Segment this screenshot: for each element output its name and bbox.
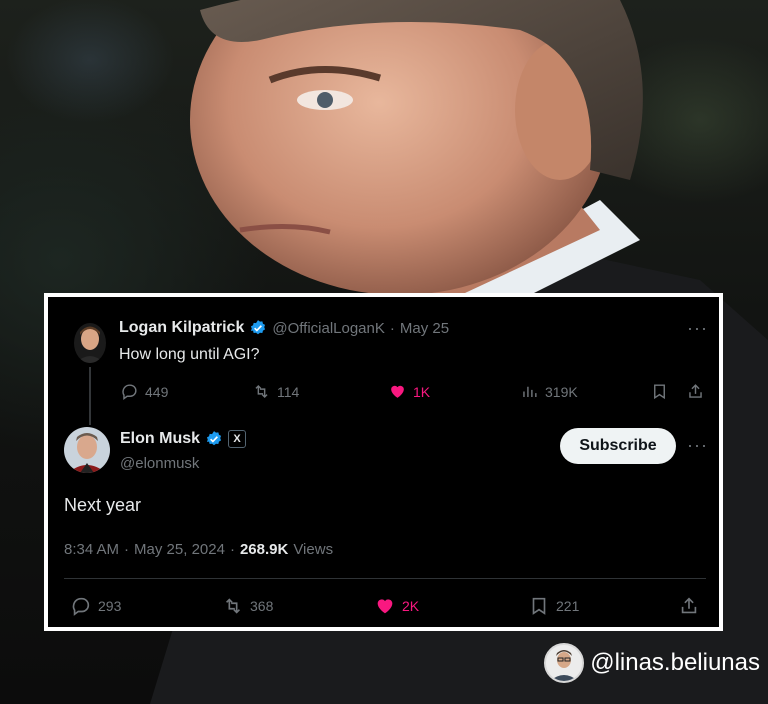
reply-icon: [72, 597, 90, 616]
views-icon: [523, 386, 537, 398]
thread-line: [89, 367, 91, 425]
quoted-tweet-text: How long until AGI?: [119, 346, 260, 363]
reply-count: 293: [98, 598, 122, 614]
views-count[interactable]: 268.9K: [240, 541, 288, 558]
like-count: 1K: [413, 383, 431, 400]
bookmark-icon: [654, 384, 665, 400]
views-action[interactable]: 319K: [520, 382, 578, 401]
like-action[interactable]: 1K: [388, 382, 430, 401]
separator: ·: [124, 541, 130, 558]
bookmark-count: 221: [556, 598, 580, 614]
repost-icon: [255, 384, 268, 399]
like-count: 2K: [402, 598, 420, 614]
bookmark-icon: [532, 597, 546, 615]
like-action[interactable]: 2K: [374, 595, 419, 617]
bookmark-action[interactable]: [650, 382, 669, 401]
share-action[interactable]: [686, 382, 705, 401]
main-header: Elon Musk X: [120, 430, 247, 448]
views-label: Views: [293, 541, 334, 558]
like-icon: [391, 385, 404, 398]
repost-action[interactable]: 114: [252, 382, 299, 401]
share-icon: [681, 597, 697, 614]
reply-count: 449: [145, 383, 169, 400]
share-action[interactable]: [678, 595, 700, 617]
main-tweet-text: Next year: [64, 495, 142, 515]
reply-icon: [122, 384, 137, 401]
subscribe-button[interactable]: Subscribe: [560, 428, 676, 464]
bookmark-action[interactable]: 221: [528, 595, 579, 617]
tweet-date[interactable]: May 25, 2024: [134, 541, 225, 558]
separator: ·: [229, 541, 235, 558]
repost-count: 368: [250, 598, 274, 614]
reply-action[interactable]: 293: [70, 595, 121, 617]
verified-icon: [206, 431, 222, 446]
tweet-date[interactable]: May 25: [400, 320, 449, 337]
separator: ·: [389, 319, 395, 337]
repost-count: 114: [277, 383, 300, 400]
more-icon[interactable]: ···: [687, 319, 708, 337]
watermark-handle: @linas.beliunas: [590, 649, 760, 676]
quoted-header: Logan Kilpatrick @OfficialLoganK · May 2…: [119, 319, 449, 337]
author-handle[interactable]: @OfficialLoganK: [272, 320, 385, 337]
watermark: @linas.beliunas: [544, 641, 760, 685]
more-icon[interactable]: ···: [687, 436, 708, 454]
share-icon: [689, 384, 702, 398]
repost-action[interactable]: 368: [222, 595, 273, 617]
elon-avatar[interactable]: [64, 427, 110, 473]
x-affiliation-badge[interactable]: X: [228, 430, 247, 448]
author-name[interactable]: Logan Kilpatrick: [119, 319, 244, 337]
watermark-avatar: [544, 643, 585, 683]
reply-action[interactable]: 449: [120, 382, 168, 401]
verified-icon: [251, 320, 266, 335]
tweet-card: Logan Kilpatrick @OfficialLoganK · May 2…: [44, 293, 723, 631]
logan-avatar[interactable]: [74, 323, 106, 363]
author-handle[interactable]: @elonmusk: [120, 455, 199, 472]
divider: [64, 578, 706, 579]
repost-icon: [225, 598, 241, 614]
tweet-time[interactable]: 8:34 AM: [64, 541, 119, 558]
tweet-meta: 8:34 AM · May 25, 2024 · 268.9K Views: [64, 541, 333, 558]
author-name[interactable]: Elon Musk: [120, 430, 200, 448]
like-icon: [377, 599, 393, 614]
views-count: 319K: [545, 383, 578, 400]
